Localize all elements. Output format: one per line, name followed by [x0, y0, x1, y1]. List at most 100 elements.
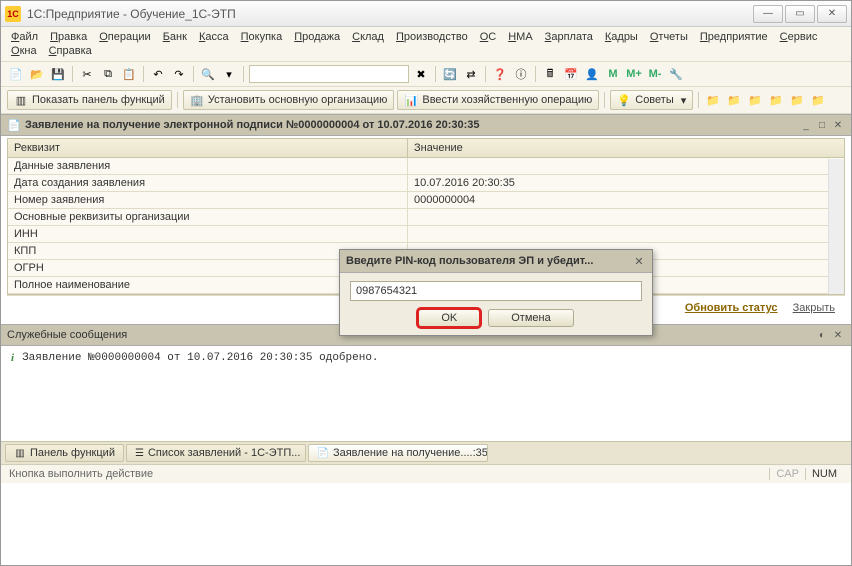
help-icon[interactable]: ❓: [491, 65, 509, 83]
pin-dialog: Введите PIN-код пользователя ЭП и убедит…: [339, 249, 653, 336]
search-input[interactable]: [249, 65, 409, 83]
menu-Окна[interactable]: Окна: [11, 45, 37, 57]
tips-button[interactable]: 💡Советы▾: [610, 90, 693, 110]
mplus-icon[interactable]: M+: [625, 65, 643, 83]
cut-icon[interactable]: ✂: [78, 65, 96, 83]
m-icon[interactable]: M: [604, 65, 622, 83]
table-row[interactable]: Основные реквизиты организации: [8, 209, 844, 226]
window-title: 1С:Предприятие - Обучение_1С-ЭТП: [27, 7, 753, 21]
mminus-icon[interactable]: M-: [646, 65, 664, 83]
info-icon: i: [11, 352, 14, 435]
show-panel-button[interactable]: ▥Показать панель функций: [7, 90, 172, 110]
messages-body: i Заявление №0000000004 от 10.07.2016 20…: [1, 346, 851, 441]
ext3-icon[interactable]: 📁: [746, 91, 764, 109]
doc-min-button[interactable]: _: [799, 118, 813, 132]
save-icon[interactable]: 💾: [49, 65, 67, 83]
menu-Справка[interactable]: Справка: [49, 45, 92, 57]
cap-indicator: CAP: [769, 468, 805, 480]
messages-pin-button[interactable]: ◐: [815, 328, 829, 342]
lightbulb-icon: 💡: [617, 93, 631, 107]
undo-icon[interactable]: ↶: [149, 65, 167, 83]
settings-icon[interactable]: 🔧: [667, 65, 685, 83]
menu-Банк[interactable]: Банк: [163, 31, 187, 43]
toolbar-main: 📄 📂 💾 ✂ ⧉ 📋 ↶ ↷ 🔍 ▾ ✖ 🔄 ⇄ ❓ ⓘ 🖩 📅 👤 M M+…: [1, 62, 851, 87]
num-indicator: NUM: [805, 468, 843, 480]
update-status-link[interactable]: Обновить статус: [685, 302, 778, 314]
cell-requisite: Номер заявления: [8, 192, 408, 208]
panel-icon: ▥: [14, 93, 28, 107]
close-button[interactable]: ✕: [817, 5, 847, 23]
nav-icon[interactable]: ⇄: [462, 65, 480, 83]
info-icon[interactable]: ⓘ: [512, 65, 530, 83]
table-row[interactable]: ИНН: [8, 226, 844, 243]
ok-button[interactable]: OK: [418, 309, 480, 327]
minimize-button[interactable]: —: [753, 5, 783, 23]
dialog-close-button[interactable]: ✕: [632, 254, 646, 268]
ext4-icon[interactable]: 📁: [767, 91, 785, 109]
doc-icon: 📄: [7, 118, 21, 132]
new-icon[interactable]: 📄: [7, 65, 25, 83]
table-row[interactable]: Данные заявления: [8, 158, 844, 175]
redo-icon[interactable]: ↷: [170, 65, 188, 83]
cell-value: [408, 209, 844, 225]
menu-Файл[interactable]: Файл: [11, 31, 38, 43]
menu-Кадры[interactable]: Кадры: [605, 31, 638, 43]
enter-op-button[interactable]: 📊Ввести хозяйственную операцию: [397, 90, 599, 110]
close-link[interactable]: Закрыть: [793, 302, 835, 314]
refresh-icon[interactable]: 🔄: [441, 65, 459, 83]
cell-requisite: Дата создания заявления: [8, 175, 408, 191]
menu-Зарплата[interactable]: Зарплата: [545, 31, 593, 43]
table-row[interactable]: Дата создания заявления10.07.2016 20:30:…: [8, 175, 844, 192]
toolbar-secondary: ▥Показать панель функций 🏢Установить осн…: [1, 87, 851, 114]
set-org-button[interactable]: 🏢Установить основную организацию: [183, 90, 395, 110]
grid-scrollbar[interactable]: [828, 159, 844, 294]
cell-value: [408, 226, 844, 242]
maximize-button[interactable]: ▭: [785, 5, 815, 23]
ext6-icon[interactable]: 📁: [809, 91, 827, 109]
col-value[interactable]: Значение: [408, 139, 844, 157]
calc-icon[interactable]: 🖩: [541, 65, 559, 83]
menu-Касса[interactable]: Касса: [199, 31, 229, 43]
panel-icon: ▥: [14, 447, 26, 459]
menu-Предприятие[interactable]: Предприятие: [700, 31, 768, 43]
op-icon: 📊: [404, 93, 418, 107]
tab-panel[interactable]: ▥Панель функций: [5, 444, 124, 462]
doc-close-button[interactable]: ✕: [831, 118, 845, 132]
open-icon[interactable]: 📂: [28, 65, 46, 83]
messages-close-button[interactable]: ✕: [831, 328, 845, 342]
cell-requisite: Основные реквизиты организации: [8, 209, 408, 225]
doc-max-button[interactable]: □: [815, 118, 829, 132]
cell-requisite: Данные заявления: [8, 158, 408, 174]
zoom-icon[interactable]: 🔍: [199, 65, 217, 83]
menubar: Файл Правка Операции Банк Касса Покупка Продаж…: [1, 27, 851, 62]
ext5-icon[interactable]: 📁: [788, 91, 806, 109]
menu-Продажа[interactable]: Продажа: [294, 31, 340, 43]
menu-Производство[interactable]: Производство: [396, 31, 468, 43]
tab-doc[interactable]: 📄Заявление на получение....:35: [308, 444, 488, 462]
status-hint: Кнопка выполнить действие: [9, 468, 769, 480]
cancel-button[interactable]: Отмена: [488, 309, 573, 327]
pin-input[interactable]: [350, 281, 642, 301]
cell-value: 10.07.2016 20:30:35: [408, 175, 844, 191]
menu-ОС[interactable]: ОС: [480, 31, 497, 43]
paste-icon[interactable]: 📋: [120, 65, 138, 83]
menu-Склад[interactable]: Склад: [352, 31, 384, 43]
dropdown-icon[interactable]: ▾: [220, 65, 238, 83]
menu-Сервис[interactable]: Сервис: [780, 31, 818, 43]
copy-icon[interactable]: ⧉: [99, 65, 117, 83]
search-clear-icon[interactable]: ✖: [412, 65, 430, 83]
menu-НМА[interactable]: НМА: [508, 31, 532, 43]
user-icon[interactable]: 👤: [583, 65, 601, 83]
app-icon: 1C: [5, 6, 21, 22]
ext2-icon[interactable]: 📁: [725, 91, 743, 109]
dialog-title: Введите PIN-код пользователя ЭП и убедит…: [346, 255, 632, 267]
col-requisite[interactable]: Реквизит: [8, 139, 408, 157]
menu-Покупка[interactable]: Покупка: [241, 31, 283, 43]
table-row[interactable]: Номер заявления0000000004: [8, 192, 844, 209]
ext1-icon[interactable]: 📁: [704, 91, 722, 109]
menu-Отчеты[interactable]: Отчеты: [650, 31, 688, 43]
menu-Правка[interactable]: Правка: [50, 31, 87, 43]
tab-list[interactable]: ☰Список заявлений - 1С-ЭТП...: [126, 444, 306, 462]
calendar-icon[interactable]: 📅: [562, 65, 580, 83]
menu-Операции[interactable]: Операции: [99, 31, 150, 43]
